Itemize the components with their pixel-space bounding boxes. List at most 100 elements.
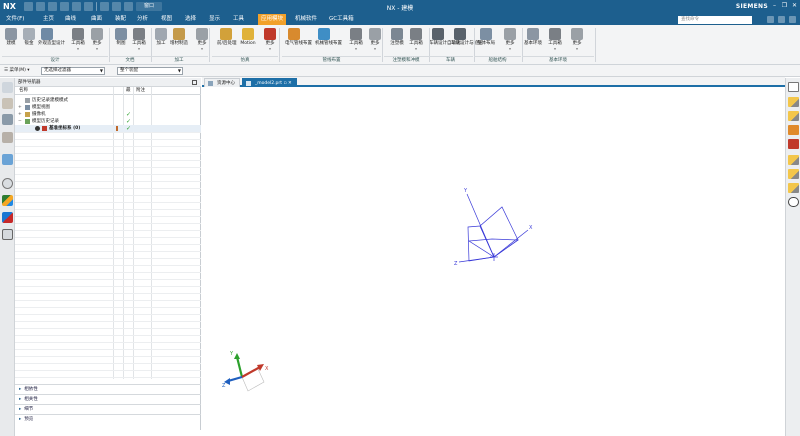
- column-notes[interactable]: 附注: [136, 87, 145, 95]
- vehicle-design-icon: [432, 28, 444, 40]
- help-icon[interactable]: [767, 16, 774, 23]
- menu-item-3[interactable]: 曲面: [88, 14, 105, 25]
- menu-item-1[interactable]: 主页: [40, 14, 57, 25]
- ribbon-button-21[interactable]: 整体布局: [477, 28, 495, 47]
- fit-view-icon[interactable]: [788, 82, 799, 92]
- datum-csys[interactable]: [458, 193, 529, 263]
- menu-item-7[interactable]: 选择: [182, 14, 199, 25]
- tree-row[interactable]: 历史记录建模模式: [15, 97, 201, 104]
- history-icon[interactable]: [2, 178, 13, 189]
- ribbon-button-0[interactable]: 建模: [2, 28, 20, 47]
- navigator-section[interactable]: ▸ 细节: [15, 404, 201, 414]
- datum-x-axis[interactable]: [493, 229, 529, 258]
- ribbon-button-1[interactable]: 钣金: [20, 28, 38, 47]
- ribbon-button-17[interactable]: 注塑模: [388, 28, 406, 47]
- ribbon-button-2[interactable]: 外观造型设计: [38, 28, 65, 47]
- tab-menu-icon[interactable]: ▫ ✕: [283, 81, 291, 86]
- move-to-layer-icon[interactable]: [788, 169, 799, 179]
- tree-expand-icon[interactable]: −: [18, 118, 22, 125]
- ribbon-button-18[interactable]: 工具箱 ▾: [407, 28, 425, 51]
- eye-icon[interactable]: [35, 126, 40, 131]
- web-browser-icon[interactable]: [2, 154, 13, 165]
- layer-settings-icon[interactable]: [788, 155, 799, 165]
- divider: [15, 321, 201, 322]
- process-studio-icon[interactable]: [2, 195, 13, 206]
- ribbon-button-13[interactable]: 电气管线布置: [285, 28, 312, 47]
- restore-icon[interactable]: ❐: [781, 2, 788, 10]
- ribbon-button-14[interactable]: 机械管线布置: [315, 28, 342, 47]
- tree-row[interactable]: + 模型视图: [15, 104, 201, 111]
- datum-plane-xy[interactable]: [479, 206, 519, 258]
- feature-flag-icon: [116, 126, 118, 131]
- ribbon-button-23[interactable]: 基本环境: [524, 28, 542, 47]
- assembly-navigator-icon[interactable]: [2, 98, 13, 109]
- system-scenes-icon[interactable]: [2, 229, 13, 240]
- menu-item-11[interactable]: 机械软件: [292, 14, 320, 25]
- ribbon-button-20[interactable]: 车辆设计与验证: [451, 28, 483, 47]
- column-name[interactable]: 名称: [19, 87, 28, 95]
- menu-item-9[interactable]: 工具: [230, 14, 247, 25]
- menu-item-10[interactable]: 应用模块: [258, 14, 287, 25]
- divider: [15, 314, 201, 315]
- menu-item-0[interactable]: 文件(F): [3, 14, 27, 25]
- edit-display-icon[interactable]: [788, 111, 799, 121]
- menu-item-12[interactable]: GC工具箱: [326, 14, 357, 25]
- ribbon-button-25[interactable]: 更多 ▾: [568, 28, 586, 51]
- main-menu-button[interactable]: ☰ 菜单(M) ▾: [4, 67, 30, 75]
- triad-z-label: Z: [222, 383, 226, 389]
- ribbon-button-3[interactable]: 工具箱 ▾: [69, 28, 87, 51]
- tree-row[interactable]: + 摄像机 ✓: [15, 111, 201, 118]
- column-latest[interactable]: 最: [126, 87, 131, 95]
- settings-icon[interactable]: [778, 16, 785, 23]
- roles-icon[interactable]: [2, 212, 13, 223]
- datum-plane-xz[interactable]: [467, 238, 520, 258]
- minimize-icon[interactable]: –: [771, 2, 778, 10]
- ribbon-button-8[interactable]: 增材制造: [170, 28, 188, 47]
- ribbon-button-22[interactable]: 更多 ▾: [501, 28, 519, 51]
- ribbon-button-5[interactable]: 制图: [112, 28, 130, 47]
- tab-resource-center[interactable]: 资源中心: [204, 78, 240, 87]
- navigator-section[interactable]: ▸ 预览: [15, 414, 201, 424]
- selection-scope-select[interactable]: 整个装配 ▼: [117, 67, 183, 75]
- navigator-section[interactable]: ▸ 相关性: [15, 394, 201, 404]
- divider: [15, 307, 201, 308]
- ribbon-button-15[interactable]: 工具箱 ▾: [347, 28, 365, 51]
- ribbon-button-24[interactable]: 工具箱 ▾: [546, 28, 564, 51]
- tree-expand-icon[interactable]: +: [18, 111, 22, 118]
- tree-expand-icon[interactable]: +: [18, 104, 22, 111]
- ribbon-button-12[interactable]: 更多 ▾: [261, 28, 279, 51]
- navigator-section[interactable]: ▸ 相依性: [15, 384, 201, 394]
- edit-object-icon[interactable]: [788, 97, 799, 107]
- menu-item-4[interactable]: 装配: [112, 14, 129, 25]
- ribbon-button-19[interactable]: 车辆设计自动化: [429, 28, 461, 47]
- datum-plane-yz[interactable]: [467, 225, 495, 262]
- main-menu-label: 菜单(M): [9, 68, 26, 73]
- graphics-canvas[interactable]: Y X Z Y X Z: [202, 89, 785, 436]
- tree-row[interactable]: − 模型历史记录 ✓: [15, 118, 201, 125]
- ribbon-toggle-icon[interactable]: [789, 16, 796, 23]
- copy-to-layer-icon[interactable]: [788, 183, 799, 193]
- ribbon-button-11[interactable]: Motion: [239, 28, 257, 47]
- reuse-library-icon[interactable]: [2, 132, 13, 143]
- ribbon-button-10[interactable]: 前/后处理: [217, 28, 237, 47]
- menu-item-6[interactable]: 视图: [158, 14, 175, 25]
- menu-item-5[interactable]: 分析: [134, 14, 151, 25]
- view-triad[interactable]: [224, 353, 265, 392]
- close-icon[interactable]: ✕: [791, 2, 798, 10]
- menu-item-8[interactable]: 显示: [206, 14, 223, 25]
- navigator-icon[interactable]: [2, 82, 13, 93]
- tab-model2[interactable]: _model2.prt ▫ ✕: [242, 78, 297, 87]
- ribbon-button-4[interactable]: 更多 ▾: [88, 28, 106, 51]
- command-search-input[interactable]: 查找命令: [678, 16, 752, 24]
- type-filter-select[interactable]: 无选择过滤器 ▼: [41, 67, 105, 75]
- navigator-pin-icon[interactable]: [192, 80, 197, 85]
- ribbon-button-6[interactable]: 工具箱 ▾: [130, 28, 148, 51]
- menu-item-2[interactable]: 曲线: [62, 14, 79, 25]
- tree-row[interactable]: 基准坐标系 (0) ✓: [15, 125, 201, 132]
- part-navigator-icon[interactable]: [2, 114, 13, 125]
- p-badge-icon[interactable]: [788, 125, 799, 135]
- graphics-window[interactable]: Y X Z Y X Z: [202, 89, 785, 436]
- ribbon-button-7[interactable]: 加工: [152, 28, 170, 47]
- nx-badge-icon[interactable]: [788, 139, 799, 149]
- show-hide-icon[interactable]: [788, 197, 799, 207]
